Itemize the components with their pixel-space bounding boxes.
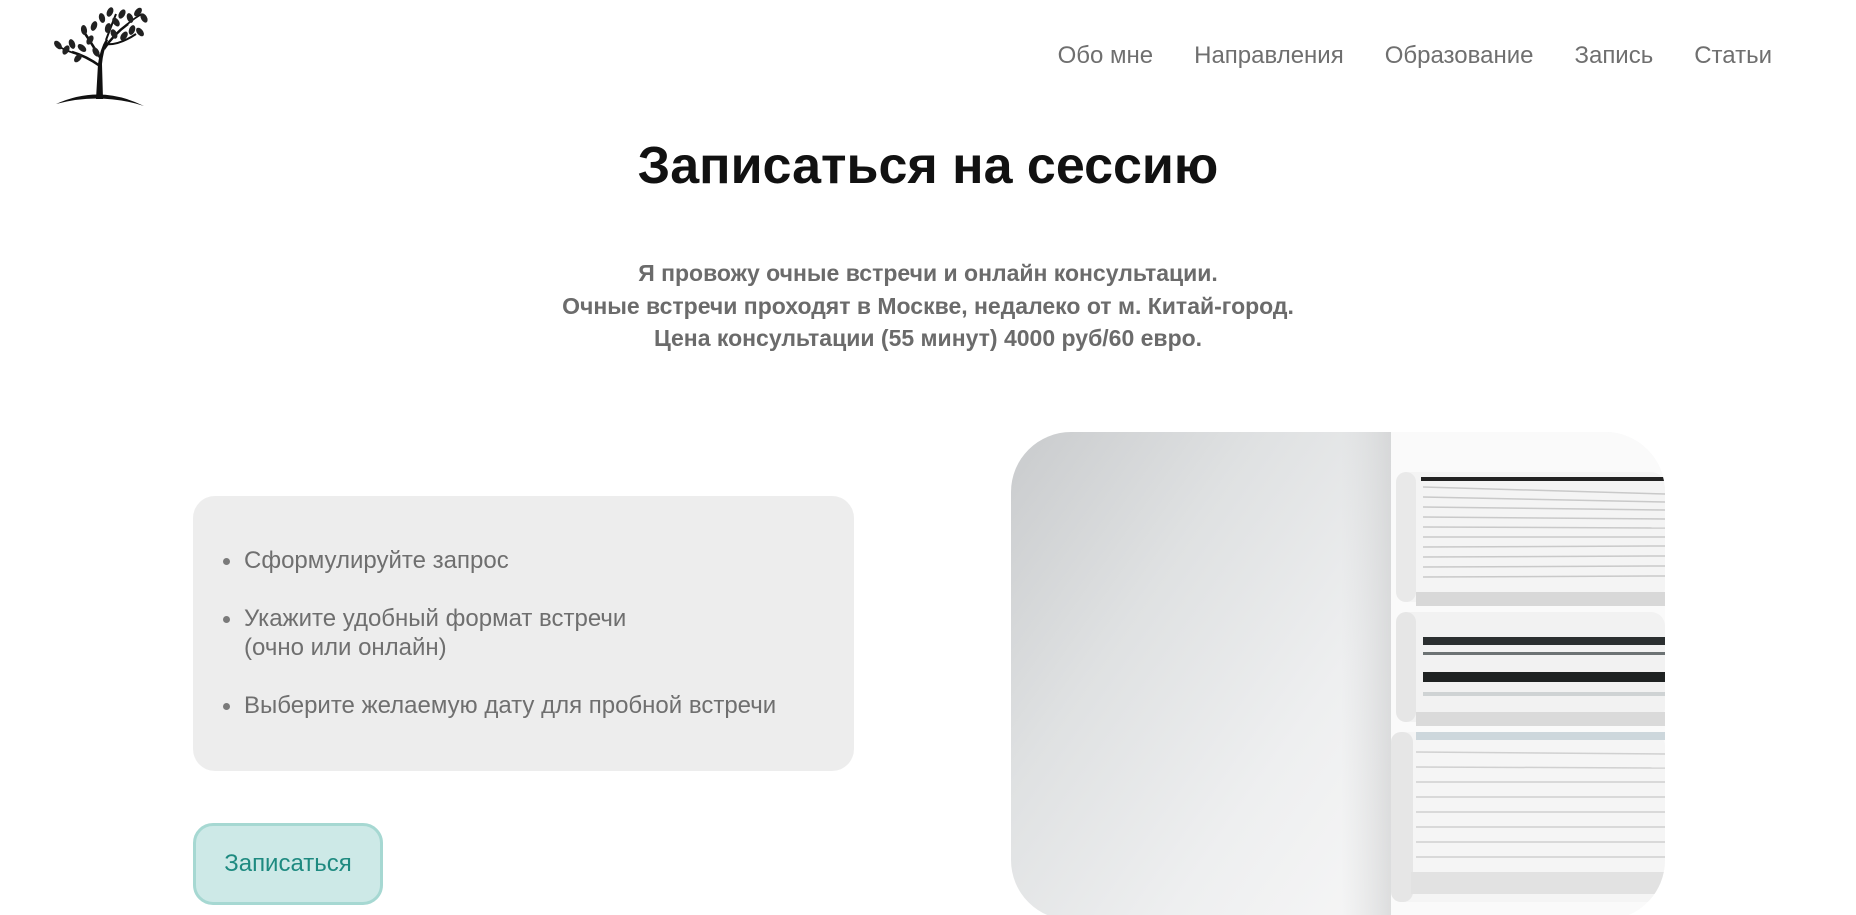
bullet-icon: [223, 616, 230, 623]
intro-line: Очные встречи проходят в Москве, недалек…: [562, 292, 1294, 319]
intro-line: Цена консультации (55 минут) 4000 руб/60…: [653, 325, 1203, 351]
list-item: Укажите удобный формат встречи (очно или…: [223, 604, 824, 662]
nav-link-about[interactable]: Обо мне: [1058, 42, 1154, 70]
nav-link-education[interactable]: Образование: [1385, 42, 1534, 70]
signup-button[interactable]: Записаться: [193, 823, 383, 905]
steps-list: Сформулируйте запрос Укажите удобный фор…: [223, 546, 824, 720]
main-nav: Обо мне Направления Образование Запись С…: [1058, 42, 1772, 70]
page-title: Записаться на сессию: [637, 137, 1219, 195]
bullet-icon: [223, 703, 230, 710]
intro-text: Я провожу очные встречи и онлайн консуль…: [0, 257, 1856, 355]
steps-card: Сформулируйте запрос Укажите удобный фор…: [193, 496, 854, 771]
nav-link-directions[interactable]: Направления: [1194, 42, 1344, 70]
list-item: Выберите желаемую дату для пробной встре…: [223, 691, 824, 720]
nav-link-booking[interactable]: Запись: [1574, 42, 1653, 70]
list-item: Сформулируйте запрос: [223, 546, 824, 575]
step-text: Укажите удобный формат встречи: [244, 605, 627, 632]
page: Обо мне Направления Образование Запись С…: [0, 0, 1856, 915]
step-text: Сформулируйте запрос: [244, 547, 509, 574]
step-text: (очно или онлайн): [244, 634, 447, 661]
tree-logo-icon[interactable]: [48, 4, 152, 108]
stacked-binders-photo: [1011, 432, 1665, 915]
nav-link-articles[interactable]: Статьи: [1694, 42, 1772, 70]
intro-line: Я провожу очные встречи и онлайн консуль…: [638, 260, 1218, 286]
step-text: Выберите желаемую дату для пробной встре…: [244, 692, 777, 719]
bullet-icon: [223, 558, 230, 565]
